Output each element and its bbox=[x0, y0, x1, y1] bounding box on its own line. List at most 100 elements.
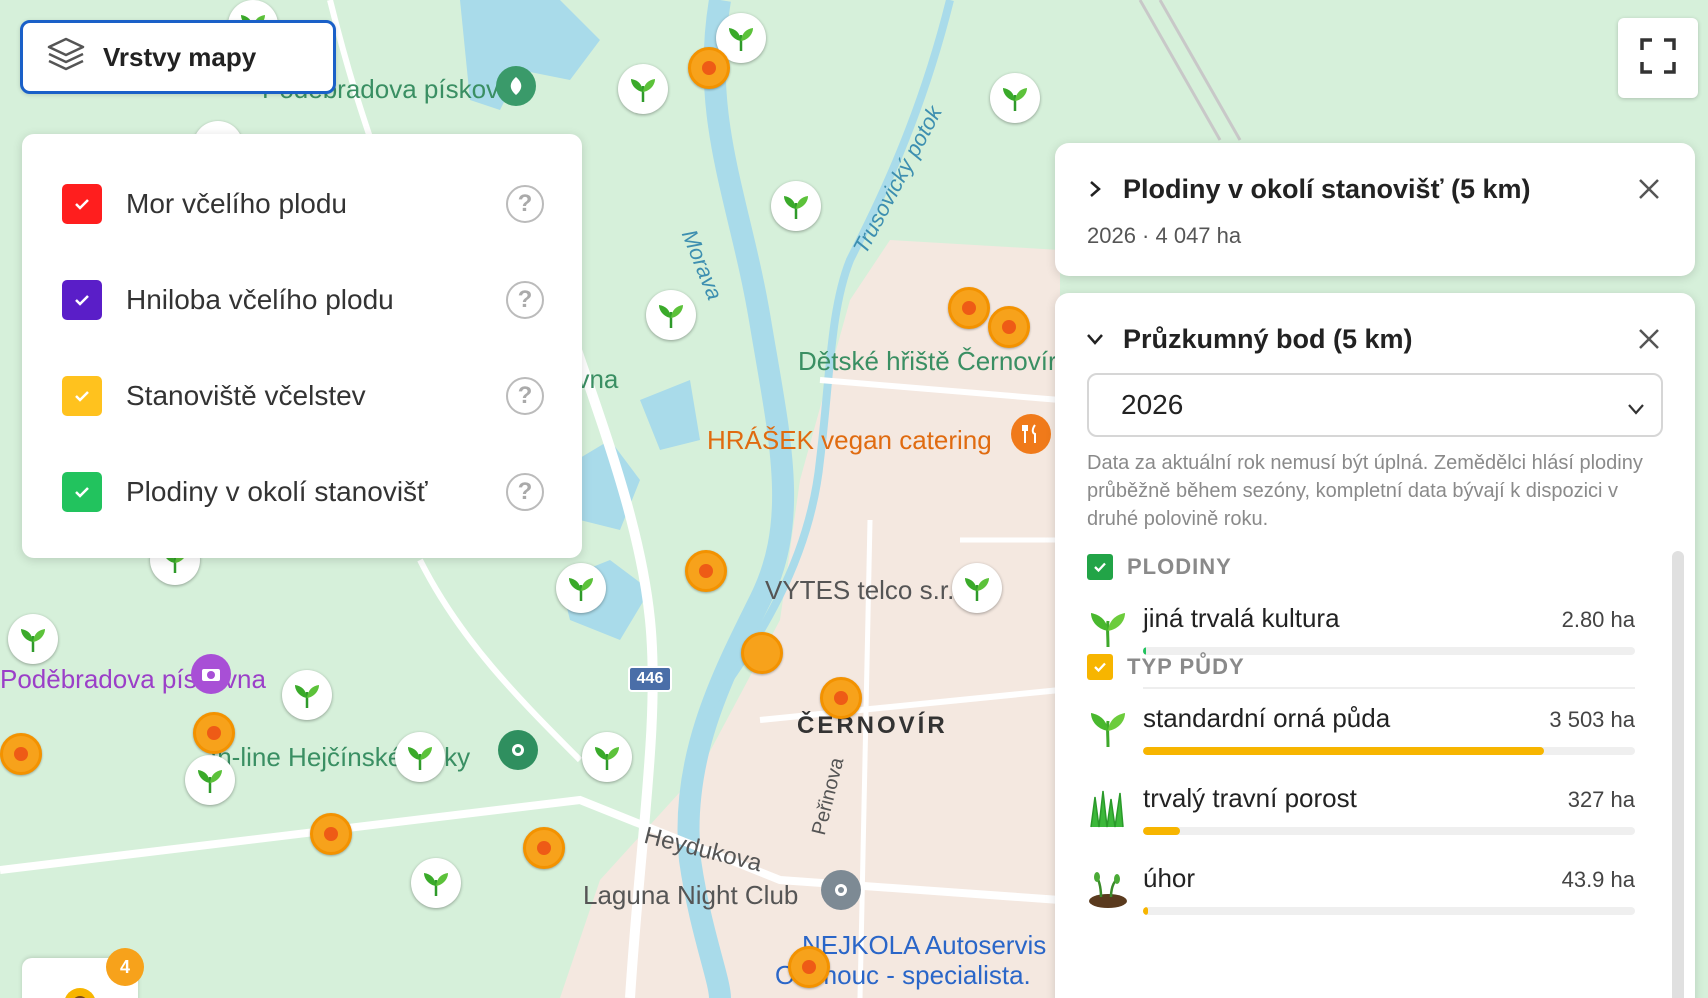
sprout-icon bbox=[595, 747, 619, 770]
survey-point-card: Průzkumný bod (5 km) 2026 Data za aktuál… bbox=[1055, 293, 1695, 998]
crop-pin-marker[interactable] bbox=[411, 858, 461, 908]
collapse-chevron-icon[interactable] bbox=[1085, 329, 1105, 349]
close-icon[interactable] bbox=[1633, 323, 1665, 355]
hive-marker[interactable] bbox=[523, 827, 565, 869]
crop-pin-marker[interactable] bbox=[395, 732, 445, 782]
crop-area: 2.80 ha bbox=[1561, 607, 1635, 632]
soil-row: úhor 43.9 ha bbox=[1087, 863, 1635, 933]
sprout-icon bbox=[21, 629, 45, 652]
crop-pin-marker[interactable] bbox=[582, 732, 632, 782]
sprout-icon bbox=[198, 770, 222, 793]
help-icon[interactable]: ? bbox=[506, 473, 544, 511]
layer-row-hniloba[interactable]: Hniloba včelího plodu ? bbox=[22, 252, 582, 348]
crop-name: jiná trvalá kultura bbox=[1143, 603, 1340, 633]
hive-marker[interactable] bbox=[741, 632, 783, 674]
map-label-vytes: VYTES telco s.r.o. bbox=[765, 575, 976, 605]
section-divider bbox=[1143, 687, 1635, 689]
panel-scrollbar[interactable] bbox=[1672, 551, 1684, 998]
sprout-icon bbox=[569, 578, 593, 601]
park-poi-icon[interactable] bbox=[496, 66, 536, 106]
help-icon[interactable]: ? bbox=[506, 185, 544, 223]
close-icon[interactable] bbox=[1633, 173, 1665, 205]
data-note: Data za aktuální rok nemusí být úplná. Z… bbox=[1087, 452, 1643, 530]
hive-marker[interactable] bbox=[820, 677, 862, 719]
seedling-icon bbox=[1087, 607, 1129, 649]
layer-label: Plodiny v okolí stanovišť bbox=[126, 476, 428, 507]
restaurant-poi-icon[interactable] bbox=[1011, 414, 1051, 454]
section-plodiny: PLODINY jiná trvalá kultura 2.80 ha bbox=[1087, 551, 1635, 655]
hive-marker[interactable] bbox=[988, 306, 1030, 348]
layer-checkbox[interactable] bbox=[62, 472, 102, 512]
cluster-count-badge: 4 bbox=[106, 948, 144, 986]
layers-icon bbox=[45, 34, 87, 81]
sprout-icon bbox=[424, 873, 448, 896]
section-checkbox[interactable] bbox=[1087, 654, 1113, 680]
soil-row: standardní orná půda 3 503 ha bbox=[1087, 703, 1635, 773]
hive-marker[interactable] bbox=[0, 733, 42, 775]
camera-poi-icon[interactable] bbox=[191, 654, 231, 694]
landmark-poi-icon[interactable] bbox=[498, 730, 538, 770]
sprout-icon bbox=[784, 196, 808, 219]
hive-marker[interactable] bbox=[948, 287, 990, 329]
map-label-detske-hriste: Dětské hřiště Černovír bbox=[798, 346, 1057, 376]
layers-panel: Mor včelího plodu ? Hniloba včelího plod… bbox=[22, 134, 582, 558]
year-select[interactable]: 2026 bbox=[1087, 373, 1663, 437]
seedling-icon bbox=[1087, 707, 1129, 749]
soil-share-bar bbox=[1143, 747, 1635, 755]
crop-pin-marker[interactable] bbox=[990, 73, 1040, 123]
section-heading: PLODINY bbox=[1127, 554, 1232, 579]
layer-checkbox[interactable] bbox=[62, 376, 102, 416]
sprout-icon bbox=[408, 747, 432, 770]
crop-pin-marker[interactable] bbox=[282, 670, 332, 720]
crop-pin-marker[interactable] bbox=[556, 563, 606, 613]
grass-icon bbox=[1087, 787, 1129, 829]
sprout-icon bbox=[1003, 88, 1027, 111]
map-label-laguna: Laguna Night Club bbox=[583, 880, 799, 910]
soil-area: 3 503 ha bbox=[1549, 707, 1635, 732]
year-select-value: 2026 bbox=[1121, 389, 1184, 420]
fullscreen-button[interactable] bbox=[1618, 18, 1698, 98]
crops-summary-card: Plodiny v okolí stanovišť (5 km) 2026 · … bbox=[1055, 143, 1695, 276]
layer-row-stanoviste[interactable]: Stanoviště včelstev ? bbox=[22, 348, 582, 444]
soil-name: trvalý travní porost bbox=[1143, 783, 1357, 813]
crop-pin-marker[interactable] bbox=[8, 614, 58, 664]
crop-pin-marker[interactable] bbox=[618, 64, 668, 114]
help-icon[interactable]: ? bbox=[506, 377, 544, 415]
section-heading: TYP PŮDY bbox=[1127, 654, 1245, 679]
hive-marker[interactable] bbox=[685, 550, 727, 592]
sprout-icon bbox=[295, 685, 319, 708]
sprout-icon bbox=[631, 79, 655, 102]
hive-marker[interactable] bbox=[193, 712, 235, 754]
map-layers-button[interactable]: Vrstvy mapy bbox=[20, 20, 336, 94]
section-checkbox[interactable] bbox=[1087, 554, 1113, 580]
soil-share-fill bbox=[1143, 827, 1181, 835]
expand-chevron-icon[interactable] bbox=[1085, 179, 1105, 199]
hive-marker[interactable] bbox=[310, 813, 352, 855]
fallow-icon bbox=[1087, 867, 1129, 909]
map-layers-label: Vrstvy mapy bbox=[103, 41, 257, 72]
map-label-hrasek: HRÁŠEK vegan catering bbox=[707, 425, 992, 455]
crop-pin-marker[interactable] bbox=[646, 290, 696, 340]
hive-marker[interactable] bbox=[688, 47, 730, 89]
layer-checkbox[interactable] bbox=[62, 280, 102, 320]
soil-name: úhor bbox=[1143, 863, 1196, 893]
hive-marker[interactable] bbox=[788, 946, 830, 988]
crops-card-title: Plodiny v okolí stanovišť (5 km) bbox=[1123, 173, 1531, 204]
map-label-cernovir: ČERNOVÍR bbox=[797, 712, 948, 739]
nightclub-poi-icon[interactable] bbox=[821, 870, 861, 910]
crop-pin-marker[interactable] bbox=[952, 563, 1002, 613]
layer-row-plodiny[interactable]: Plodiny v okolí stanovišť ? bbox=[22, 444, 582, 540]
layer-label: Stanoviště včelstev bbox=[126, 380, 366, 411]
sprout-icon bbox=[659, 305, 683, 328]
soil-share-bar bbox=[1143, 907, 1635, 915]
soil-row: trvalý travní porost 327 ha bbox=[1087, 783, 1635, 853]
soil-share-fill bbox=[1143, 747, 1544, 755]
layer-label: Hniloba včelího plodu bbox=[126, 284, 394, 315]
crops-card-subtitle: 2026 · 4 047 ha bbox=[1087, 223, 1242, 248]
crop-pin-marker[interactable] bbox=[185, 755, 235, 805]
crop-pin-marker[interactable] bbox=[771, 181, 821, 231]
help-icon[interactable]: ? bbox=[506, 281, 544, 319]
layer-checkbox[interactable] bbox=[62, 184, 102, 224]
layer-row-mor[interactable]: Mor včelího plodu ? bbox=[22, 156, 582, 252]
sunflower-icon bbox=[65, 988, 95, 998]
